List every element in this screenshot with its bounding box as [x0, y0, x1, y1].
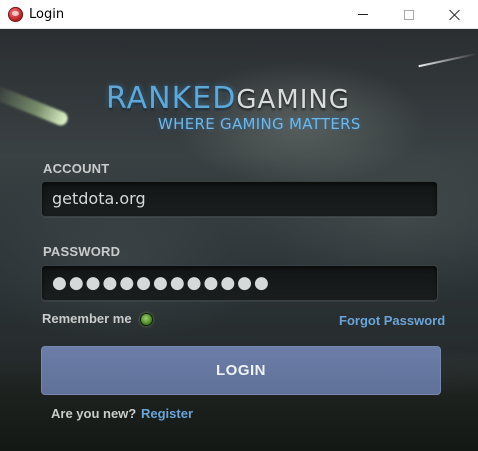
title-bar: Login	[0, 0, 478, 29]
maximize-button[interactable]	[386, 0, 432, 29]
password-label: PASSWORD	[43, 244, 121, 259]
minimize-icon	[358, 14, 368, 15]
account-input[interactable]: getdota.org	[41, 181, 438, 217]
minimize-button[interactable]	[340, 0, 386, 29]
remember-me-label: Remember me	[42, 311, 132, 326]
remember-me-toggle[interactable]	[140, 313, 153, 326]
close-icon	[449, 9, 461, 21]
forgot-password-link[interactable]: Forgot Password	[339, 313, 445, 328]
logo-ranked-text: RANKED	[106, 81, 237, 116]
password-input[interactable]: ●●●●●●●●●●●●●	[41, 265, 438, 301]
close-button[interactable]	[432, 0, 478, 29]
maximize-icon	[404, 9, 414, 20]
brand-logo: RANKEDGAMING	[106, 81, 350, 116]
lightning-decoration	[418, 52, 478, 68]
app-logo-icon	[8, 7, 23, 22]
account-label: ACCOUNT	[43, 161, 110, 176]
logo-tagline: WHERE GAMING MATTERS	[158, 115, 361, 133]
logo-gaming-text: GAMING	[236, 85, 350, 115]
register-link[interactable]: Register	[141, 406, 193, 421]
login-button[interactable]: LOGIN	[41, 346, 441, 395]
new-user-label: Are you new?	[51, 406, 137, 421]
window-title: Login	[29, 7, 65, 22]
login-panel: RANKEDGAMING WHERE GAMING MATTERS ACCOUN…	[0, 29, 478, 451]
comet-decoration	[0, 84, 70, 128]
